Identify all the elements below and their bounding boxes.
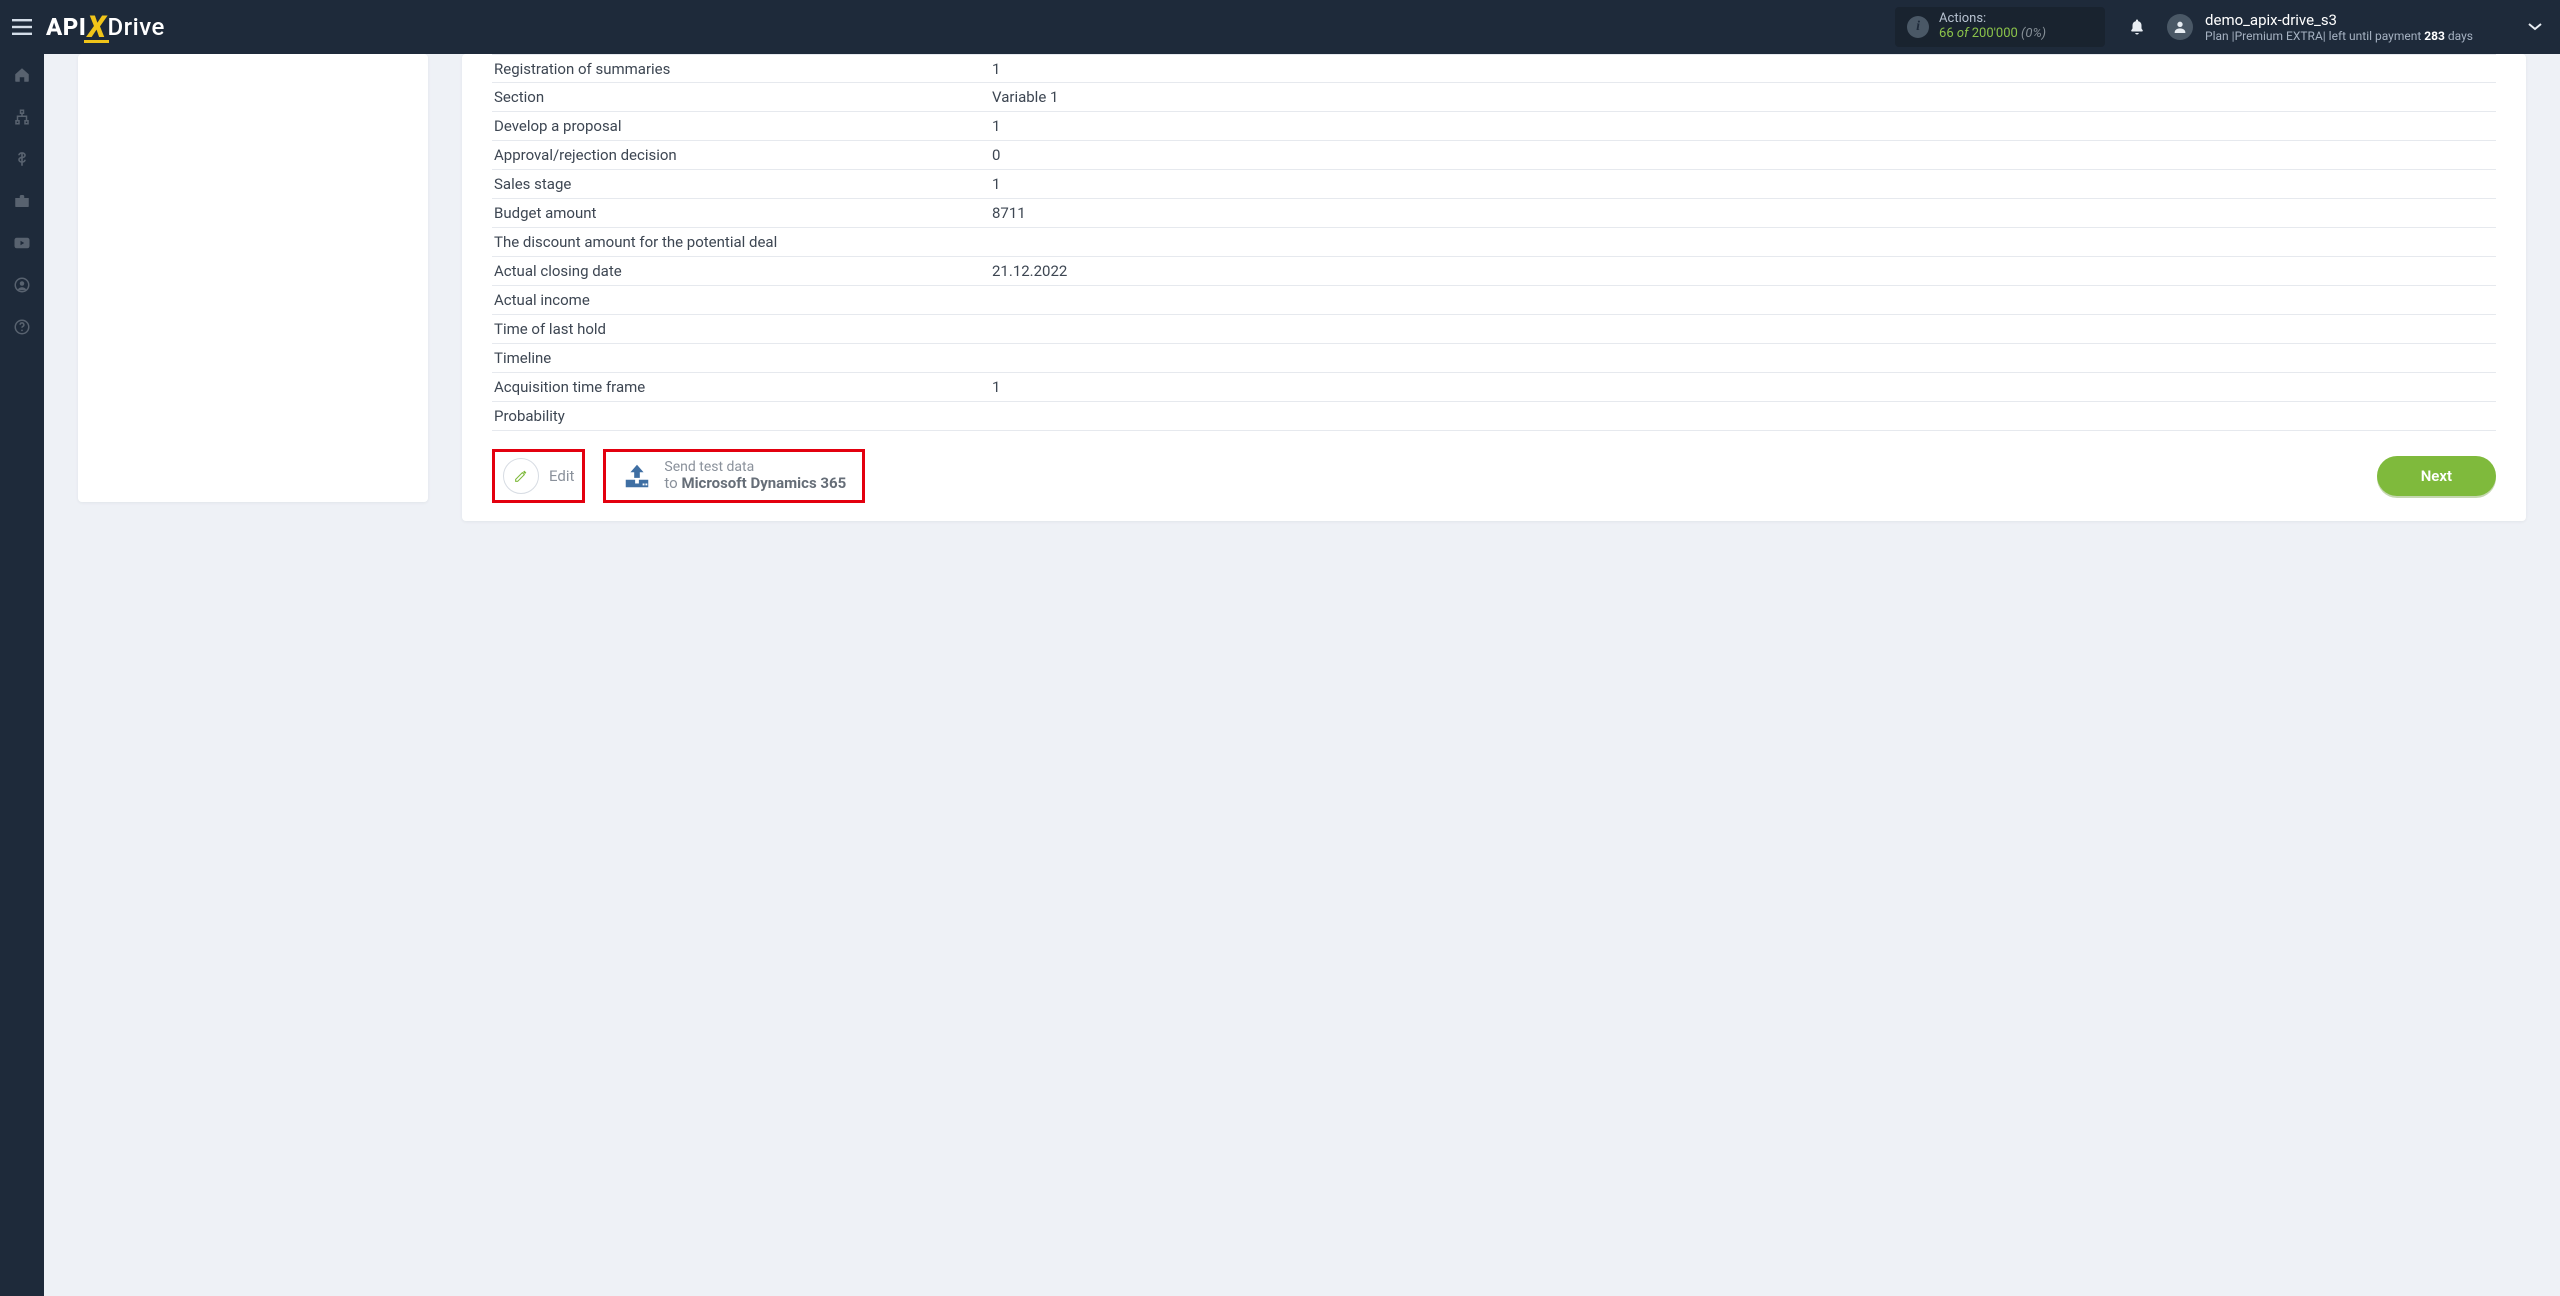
nav-account[interactable] (0, 264, 44, 306)
topbar: API X Drive i Actions: 66 of 200'000 (0%… (0, 0, 2560, 54)
user-name: demo_apix-drive_s3 (2205, 11, 2473, 29)
next-button[interactable]: Next (2377, 456, 2496, 496)
notifications-button[interactable] (2117, 7, 2157, 47)
field-value: 1 (992, 117, 2496, 135)
actions-counter[interactable]: i Actions: 66 of 200'000 (0%) (1895, 7, 2105, 47)
field-value: 0 (992, 146, 2496, 164)
chevron-down-icon (2528, 22, 2542, 32)
field-key: Approval/rejection decision (492, 146, 992, 164)
actions-of: of (1957, 26, 1969, 41)
edit-button[interactable]: Edit (503, 458, 574, 494)
field-key: Budget amount (492, 204, 992, 222)
table-row: Sales stage1 (492, 170, 2496, 199)
card-controls: Edit Send test data (462, 431, 2526, 503)
sitemap-icon (13, 108, 31, 126)
main-card: Registration of summaries1SectionVariabl… (462, 54, 2526, 521)
dollar-icon (13, 150, 31, 168)
send-highlight-box: Send test data to Microsoft Dynamics 365 (603, 449, 865, 503)
hamburger-menu[interactable] (0, 0, 44, 54)
field-value: 21.12.2022 (992, 262, 2496, 280)
actions-total: 200'000 (1972, 26, 2018, 41)
field-key: The discount amount for the potential de… (492, 233, 992, 251)
field-key: Time of last hold (492, 320, 992, 338)
table-row: Approval/rejection decision0 (492, 141, 2496, 170)
field-value: Variable 1 (992, 88, 2496, 106)
upload-icon (622, 462, 652, 490)
youtube-icon (13, 234, 31, 252)
table-row: Probability (492, 402, 2496, 431)
nav-help[interactable] (0, 306, 44, 348)
briefcase-icon (13, 192, 31, 210)
field-value: 1 (992, 60, 2496, 78)
table-row: Actual closing date21.12.2022 (492, 257, 2496, 286)
field-key: Section (492, 88, 992, 106)
table-row: Actual income (492, 286, 2496, 315)
nav-videos[interactable] (0, 222, 44, 264)
table-row: Budget amount8711 (492, 199, 2496, 228)
send-line2: to Microsoft Dynamics 365 (664, 475, 846, 492)
field-key: Timeline (492, 349, 992, 367)
field-value: 1 (992, 175, 2496, 193)
field-key: Probability (492, 407, 992, 425)
sidebar-card (78, 54, 428, 502)
user-circle-icon (13, 276, 31, 294)
table-row: Timeline (492, 344, 2496, 373)
pencil-icon (513, 468, 529, 484)
user-plan: Plan |Premium EXTRA| left until payment … (2205, 29, 2473, 43)
nav-home[interactable] (0, 54, 44, 96)
nav-services[interactable] (0, 180, 44, 222)
field-key: Acquisition time frame (492, 378, 992, 396)
actions-pct: (0%) (2021, 26, 2046, 41)
table-row: Develop a proposal1 (492, 112, 2496, 141)
actions-used: 66 (1939, 26, 1954, 41)
logo-x-underline (84, 40, 109, 43)
left-nav-rail (0, 54, 44, 1296)
pencil-icon-circle (503, 458, 539, 494)
user-icon (2172, 19, 2188, 35)
avatar (2167, 14, 2193, 40)
field-key: Registration of summaries (492, 60, 992, 78)
user-menu[interactable]: demo_apix-drive_s3 Plan |Premium EXTRA| … (2167, 11, 2542, 43)
table-row: SectionVariable 1 (492, 83, 2496, 112)
logo-drive: Drive (107, 13, 164, 41)
table-row: Registration of summaries1 (492, 54, 2496, 83)
field-key: Actual closing date (492, 262, 992, 280)
field-table: Registration of summaries1SectionVariabl… (492, 54, 2496, 431)
logo-api: API (46, 13, 86, 41)
edit-label: Edit (549, 467, 574, 485)
table-row: The discount amount for the potential de… (492, 228, 2496, 257)
send-test-data-button[interactable]: Send test data to Microsoft Dynamics 365 (614, 459, 854, 492)
nav-billing[interactable] (0, 138, 44, 180)
nav-connections[interactable] (0, 96, 44, 138)
home-icon (13, 66, 31, 84)
page-content: Registration of summaries1SectionVariabl… (44, 54, 2560, 1296)
logo[interactable]: API X Drive (46, 10, 165, 45)
bell-icon (2128, 17, 2146, 37)
send-line1: Send test data (664, 459, 846, 475)
info-icon: i (1907, 16, 1929, 38)
hamburger-icon (12, 19, 32, 35)
field-value: 8711 (992, 204, 2496, 222)
field-key: Sales stage (492, 175, 992, 193)
table-row: Time of last hold (492, 315, 2496, 344)
table-row: Acquisition time frame1 (492, 373, 2496, 402)
user-menu-caret (2528, 17, 2542, 36)
edit-highlight-box: Edit (492, 449, 585, 503)
actions-label: Actions: (1939, 12, 2046, 27)
question-icon (13, 318, 31, 336)
field-value: 1 (992, 378, 2496, 396)
field-key: Develop a proposal (492, 117, 992, 135)
field-key: Actual income (492, 291, 992, 309)
